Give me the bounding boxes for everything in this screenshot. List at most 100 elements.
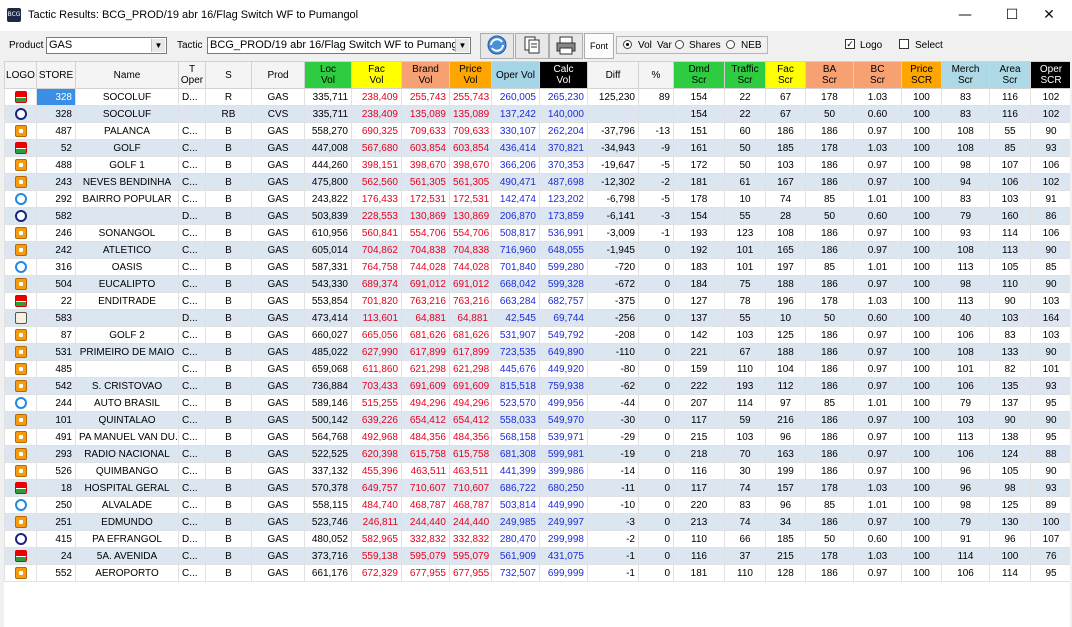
cell-facscr[interactable]: 188 [765,343,806,361]
cell-pct[interactable]: 0 [638,275,674,293]
cell-trafficscr[interactable]: 61 [724,173,766,191]
cell-locvol[interactable]: 564,768 [304,428,352,446]
cell-trafficscr[interactable]: 22 [724,88,766,106]
column-header-toper[interactable]: T Oper [178,61,206,89]
cell-store[interactable]: 328 [36,88,76,106]
cell-trafficscr[interactable]: 59 [724,411,766,429]
cell-opervol[interactable]: 280,470 [491,530,540,548]
cell-operscr[interactable]: 90 [1030,241,1070,259]
table-row[interactable]: 24 5A. AVENIDA C... B GAS 373,716 559,138 595,0… [4,547,1070,565]
cell-name[interactable]: SOCOLUF [75,105,179,123]
cell-facscr[interactable]: 67 [765,88,806,106]
refresh-button[interactable] [480,33,514,59]
cell-areascr[interactable]: 138 [989,428,1031,446]
cell-facscr[interactable]: 96 [765,496,806,514]
cell-s[interactable]: B [205,207,252,225]
table-row[interactable]: 246 SONANGOL C... B GAS 610,956 560,841 554,706… [4,224,1070,242]
cell-areascr[interactable]: 160 [989,207,1031,225]
cell-merchscr[interactable]: 103 [941,411,990,429]
cell-opervol[interactable]: 723,535 [491,343,540,361]
cell-opervol[interactable]: 668,042 [491,275,540,293]
cell-pricescr[interactable]: 100 [901,139,942,157]
cell-bcscr[interactable]: 0.97 [853,241,902,259]
cell-name[interactable]: SONANGOL [75,224,179,242]
cell-locvol[interactable]: 447,008 [304,139,352,157]
cell-bcscr[interactable]: 1.03 [853,88,902,106]
cell-toper[interactable]: C... [178,377,206,395]
cell-prod[interactable]: GAS [251,445,305,463]
cell-name[interactable]: ENDITRADE [75,292,179,310]
cell-calcvol[interactable]: 370,821 [539,139,588,157]
cell-dmdscr[interactable]: 181 [673,173,725,191]
cell-bcscr[interactable]: 0.97 [853,156,902,174]
cell-diff[interactable]: 125,230 [587,88,639,106]
column-header-bcscr[interactable]: BC Scr [853,61,902,89]
results-grid[interactable]: LOGO STORE Name T Oper S Prod Loc Vol Fac Vol Br… [4,61,1070,627]
cell-bascr[interactable]: 186 [805,462,854,480]
cell-store[interactable]: 250 [36,496,76,514]
cell-store[interactable]: 504 [36,275,76,293]
cell-opervol[interactable]: 568,158 [491,428,540,446]
cell-facscr[interactable]: 165 [765,241,806,259]
cell-pct[interactable]: 0 [638,445,674,463]
table-row[interactable]: 583 D... B GAS 473,414 113,601 64,881 64,881 42,… [4,309,1070,327]
cell-facvol[interactable]: 484,740 [351,496,402,514]
cell-merchscr[interactable]: 113 [941,428,990,446]
cell-facvol[interactable]: 704,862 [351,241,402,259]
cell-areascr[interactable]: 105 [989,462,1031,480]
cell-diff[interactable]: -34,943 [587,139,639,157]
cell-facscr[interactable]: 215 [765,547,806,565]
cell-calcvol[interactable]: 265,230 [539,88,588,106]
cell-bcscr[interactable]: 0.97 [853,564,902,582]
table-row[interactable]: 250 ALVALADE C... B GAS 558,115 484,740 468,787… [4,496,1070,514]
cell-pct[interactable]: -2 [638,173,674,191]
cell-opervol[interactable]: 686,722 [491,479,540,497]
cell-bcscr[interactable]: 0.97 [853,224,902,242]
cell-toper[interactable]: C... [178,445,206,463]
cell-dmdscr[interactable]: 127 [673,292,725,310]
cell-areascr[interactable]: 114 [989,224,1031,242]
cell-s[interactable]: B [205,547,252,565]
cell-merchscr[interactable]: 113 [941,258,990,276]
cell-diff[interactable]: -30 [587,411,639,429]
cell-opervol[interactable]: 558,033 [491,411,540,429]
column-header-opervol[interactable]: Oper Vol [491,61,540,89]
cell-brandvol[interactable]: 484,356 [401,428,450,446]
cell-s[interactable]: B [205,513,252,531]
cell-s[interactable]: B [205,275,252,293]
cell-merchscr[interactable]: 108 [941,139,990,157]
cell-merchscr[interactable]: 96 [941,479,990,497]
cell-name[interactable]: QUIMBANGO [75,462,179,480]
cell-trafficscr[interactable]: 101 [724,258,766,276]
cell-prod[interactable]: GAS [251,258,305,276]
cell-areascr[interactable]: 130 [989,513,1031,531]
cell-pricevol[interactable]: 484,356 [449,428,492,446]
cell-diff[interactable]: -1 [587,547,639,565]
cell-prod[interactable]: GAS [251,479,305,497]
cell-merchscr[interactable]: 40 [941,309,990,327]
cell-brandvol[interactable]: 710,607 [401,479,450,497]
cell-s[interactable]: B [205,326,252,344]
cell-toper[interactable]: C... [178,513,206,531]
cell-dmdscr[interactable]: 154 [673,88,725,106]
cell-dmdscr[interactable]: 117 [673,479,725,497]
table-row[interactable]: 488 GOLF 1 C... B GAS 444,260 398,151 398,670 39… [4,156,1070,174]
cell-trafficscr[interactable]: 55 [724,207,766,225]
cell-logo[interactable] [4,564,37,582]
cell-s[interactable]: B [205,360,252,378]
cell-opervol[interactable]: 490,471 [491,173,540,191]
cell-toper[interactable]: D... [178,207,206,225]
cell-locvol[interactable]: 587,331 [304,258,352,276]
cell-name[interactable]: EUCALIPTO [75,275,179,293]
cell-facvol[interactable]: 398,151 [351,156,402,174]
chevron-down-icon[interactable]: ▼ [151,39,165,52]
cell-toper[interactable]: C... [178,139,206,157]
cell-dmdscr[interactable]: 218 [673,445,725,463]
cell-trafficscr[interactable]: 101 [724,241,766,259]
cell-operscr[interactable]: 90 [1030,122,1070,140]
cell-pricescr[interactable]: 100 [901,156,942,174]
cell-facvol[interactable]: 649,757 [351,479,402,497]
cell-logo[interactable] [4,258,37,276]
cell-prod[interactable]: GAS [251,343,305,361]
cell-prod[interactable]: GAS [251,173,305,191]
